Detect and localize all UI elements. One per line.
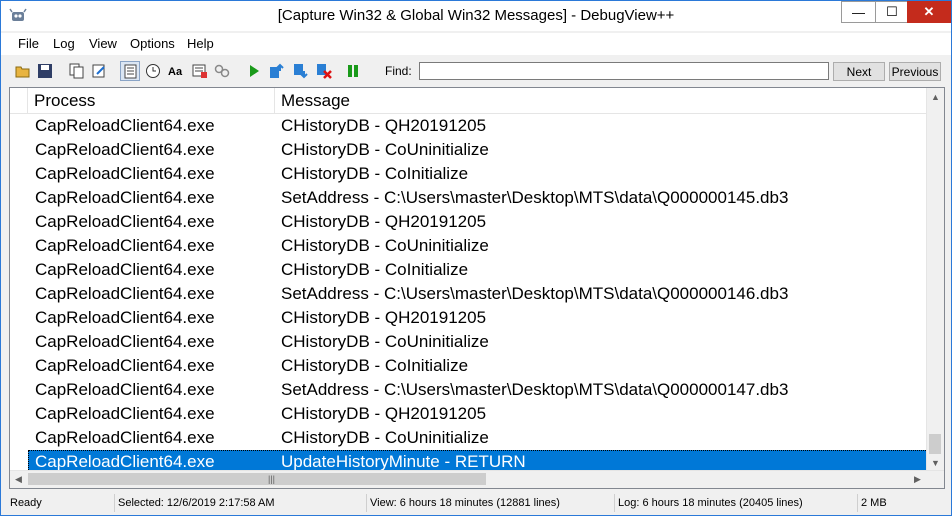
process-cell: CapReloadClient64.exe — [35, 188, 215, 207]
status-log: Log: 6 hours 18 minutes (20405 lines) — [614, 494, 856, 512]
process-cell: CapReloadClient64.exe — [35, 164, 215, 183]
message-cell: SetAddress - C:\Users\master\Desktop\MTS… — [281, 380, 789, 399]
process-cell: CapReloadClient64.exe — [35, 308, 215, 327]
process-cell: CapReloadClient64.exe — [35, 404, 215, 423]
menu-file[interactable]: File — [18, 36, 39, 51]
status-memory: 2 MB — [857, 494, 937, 512]
column-header: Process Message — [10, 88, 928, 114]
message-cell: SetAddress - C:\Users\master\Desktop\MTS… — [281, 284, 789, 303]
copy-icon[interactable] — [67, 61, 87, 81]
link-icon[interactable] — [212, 61, 232, 81]
log-list[interactable]: Process Message CapReloadClient64.exe CHi… — [9, 87, 945, 489]
status-bar: Ready Selected: 12/6/2019 2:17:58 AM Vie… — [1, 491, 951, 515]
message-cell: CHistoryDB - CoUninitialize — [281, 332, 489, 351]
message-cell: SetAddress - C:\Users\master\Desktop\MTS… — [281, 188, 789, 207]
message-cell: CHistoryDB - CoUninitialize — [281, 428, 489, 447]
bookmark-down-icon[interactable] — [291, 61, 311, 81]
process-cell: CapReloadClient64.exe — [35, 236, 215, 255]
table-row[interactable]: CapReloadClient64.exe CHistoryDB - CoUnin… — [28, 234, 928, 258]
process-cell: CapReloadClient64.exe — [35, 284, 215, 303]
message-cell: CHistoryDB - CoUninitialize — [281, 236, 489, 255]
message-cell: CHistoryDB - CoUninitialize — [281, 140, 489, 159]
process-cell: CapReloadClient64.exe — [35, 356, 215, 375]
find-input[interactable] — [419, 62, 829, 80]
message-cell: CHistoryDB - CoInitialize — [281, 164, 469, 183]
process-cell: CapReloadClient64.exe — [35, 140, 215, 159]
column-header-process[interactable]: Process — [28, 88, 275, 113]
table-row[interactable]: CapReloadClient64.exe CHistoryDB - CoInit… — [28, 354, 928, 378]
minimize-button[interactable]: — — [841, 1, 875, 23]
message-cell: CHistoryDB - QH20191205 — [281, 308, 487, 327]
message-cell: CHistoryDB - QH20191205 — [281, 212, 487, 231]
scroll-grip-icon: ||| — [268, 474, 276, 484]
maximize-button[interactable]: ☐ — [875, 1, 909, 23]
vertical-scroll-thumb[interactable] — [929, 434, 941, 454]
previous-button[interactable]: Previous — [889, 62, 941, 81]
process-cell: CapReloadClient64.exe — [35, 380, 215, 399]
table-row[interactable]: CapReloadClient64.exe CHistoryDB - CoUnin… — [28, 138, 928, 162]
play-icon[interactable] — [244, 61, 264, 81]
menu-help[interactable]: Help — [187, 36, 214, 51]
horizontal-scrollbar[interactable]: ◀ ||| ▶ — [10, 470, 944, 488]
table-row[interactable]: CapReloadClient64.exe CHistoryDB - QH2019… — [28, 210, 928, 234]
process-cell: CapReloadClient64.exe — [35, 332, 215, 351]
vertical-scrollbar[interactable]: ▲ ▼ — [926, 88, 944, 471]
table-row[interactable]: CapReloadClient64.exe CHistoryDB - CoInit… — [28, 162, 928, 186]
message-cell: CHistoryDB - QH20191205 — [281, 404, 487, 423]
clock-icon[interactable] — [143, 61, 163, 81]
scroll-up-icon[interactable]: ▲ — [927, 88, 944, 105]
scroll-left-icon[interactable]: ◀ — [10, 471, 27, 488]
table-row[interactable]: CapReloadClient64.exe SetAddress - C:\Use… — [28, 378, 928, 402]
window-title: [Capture Win32 & Global Win32 Messages] … — [277, 7, 675, 24]
svg-text:Aa: Aa — [168, 66, 183, 78]
toolbar: Aa Find: Next Previous — [1, 58, 951, 85]
status-ready: Ready — [10, 497, 42, 509]
table-row[interactable]: CapReloadClient64.exe SetAddress - C:\Use… — [28, 282, 928, 306]
process-cell: CapReloadClient64.exe — [35, 428, 215, 447]
column-header-bookmark[interactable] — [10, 88, 28, 113]
open-icon[interactable] — [13, 61, 33, 81]
find-label: Find: — [385, 64, 412, 78]
table-row[interactable]: CapReloadClient64.exe CHistoryDB - QH2019… — [28, 402, 928, 426]
filter-icon[interactable] — [190, 61, 210, 81]
menu-options[interactable]: Options — [130, 36, 175, 51]
title-bar[interactable]: [Capture Win32 & Global Win32 Messages] … — [1, 1, 951, 31]
menu-view[interactable]: View — [89, 36, 117, 51]
pause-icon[interactable] — [343, 61, 363, 81]
scroll-right-icon[interactable]: ▶ — [909, 471, 926, 488]
status-view: View: 6 hours 18 minutes (12881 lines) — [366, 494, 612, 512]
autoscroll-icon[interactable] — [120, 61, 140, 81]
scroll-down-icon[interactable]: ▼ — [927, 454, 944, 471]
status-selected: Selected: 12/6/2019 2:17:58 AM — [114, 494, 364, 512]
process-cell: CapReloadClient64.exe — [35, 116, 215, 135]
close-button[interactable]: ✕ — [907, 1, 951, 23]
bookmark-up-icon[interactable] — [267, 61, 287, 81]
menu-log[interactable]: Log — [53, 36, 75, 51]
table-row[interactable]: CapReloadClient64.exe CHistoryDB - CoUnin… — [28, 426, 928, 450]
clear-bookmark-icon[interactable] — [314, 61, 334, 81]
table-row[interactable]: CapReloadClient64.exe SetAddress - C:\Use… — [28, 186, 928, 210]
next-button[interactable]: Next — [833, 62, 885, 81]
process-cell: CapReloadClient64.exe — [35, 212, 215, 231]
horizontal-scroll-thumb[interactable]: ||| — [28, 473, 486, 485]
table-row[interactable]: CapReloadClient64.exe CHistoryDB - CoUnin… — [28, 330, 928, 354]
table-row[interactable]: CapReloadClient64.exe CHistoryDB - QH2019… — [28, 306, 928, 330]
font-icon[interactable]: Aa — [166, 61, 186, 81]
message-cell: CHistoryDB - QH20191205 — [281, 116, 487, 135]
edit-icon[interactable] — [89, 61, 109, 81]
menu-bar: File Log View Options Help — [1, 33, 951, 55]
table-row[interactable]: CapReloadClient64.exe CHistoryDB - CoInit… — [28, 258, 928, 282]
message-cell: CHistoryDB - CoInitialize — [281, 260, 469, 279]
save-icon[interactable] — [35, 61, 55, 81]
process-cell: CapReloadClient64.exe — [35, 260, 215, 279]
column-header-message[interactable]: Message — [275, 88, 928, 113]
message-cell: CHistoryDB - CoInitialize — [281, 356, 469, 375]
table-row[interactable]: CapReloadClient64.exe CHistoryDB - QH2019… — [28, 114, 928, 138]
main-window: [Capture Win32 & Global Win32 Messages] … — [0, 0, 952, 516]
